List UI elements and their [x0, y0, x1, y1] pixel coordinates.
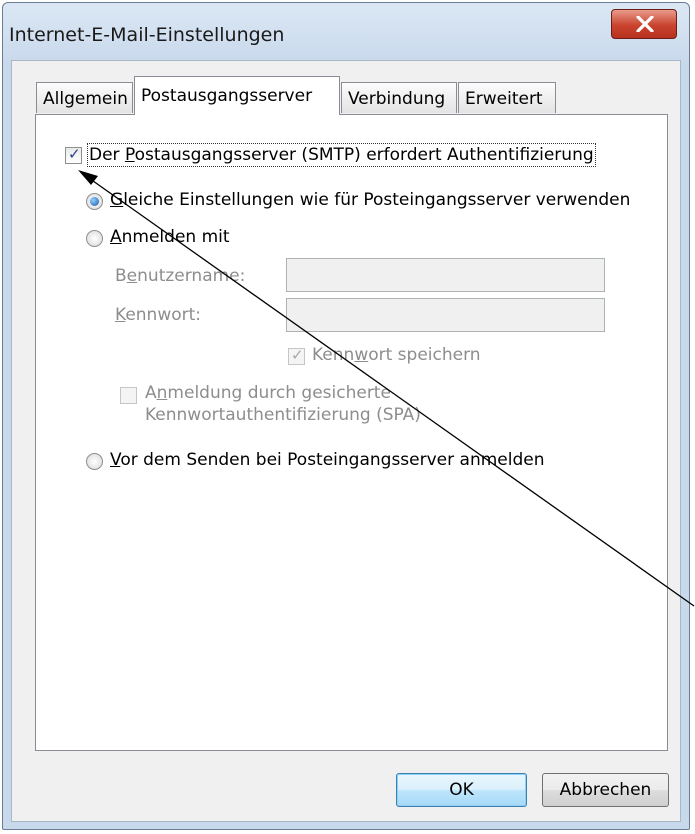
save-password-label[interactable]: Kennwort speichern: [312, 345, 481, 365]
password-input[interactable]: [286, 298, 605, 332]
password-label: Kennwort:: [115, 305, 202, 325]
before-send-radio[interactable]: [86, 453, 103, 470]
tab-erweitert[interactable]: Erweitert: [458, 82, 556, 113]
tab-postausgangsserver[interactable]: Postausgangsserver: [134, 76, 340, 115]
login-with-radio[interactable]: [86, 230, 103, 247]
spa-label-line1[interactable]: Anmeldung durch gesicherte: [145, 383, 391, 403]
save-password-checkbox[interactable]: [288, 346, 305, 365]
smtp-auth-checkbox[interactable]: [65, 145, 82, 164]
username-input[interactable]: [286, 258, 605, 292]
close-icon: [636, 16, 654, 32]
same-settings-radio[interactable]: [86, 193, 103, 210]
smtp-auth-label[interactable]: Der Postausgangsserver (SMTP) erfordert …: [87, 143, 596, 167]
tab-allgemein[interactable]: Allgemein: [36, 82, 133, 113]
username-label: Benutzername:: [115, 266, 246, 286]
cancel-button[interactable]: Abbrechen: [542, 773, 669, 807]
spa-label-line2[interactable]: Kennwortauthentifizierung (SPA): [145, 405, 421, 425]
tab-verbindung[interactable]: Verbindung: [341, 82, 457, 113]
ok-button[interactable]: OK: [396, 773, 527, 807]
window-title: Internet-E-Mail-Einstellungen: [9, 24, 285, 46]
same-settings-label[interactable]: Gleiche Einstellungen wie für Posteingan…: [110, 190, 630, 210]
spa-checkbox[interactable]: [120, 387, 137, 404]
close-button[interactable]: [611, 9, 677, 39]
login-with-label[interactable]: Anmelden mit: [110, 227, 230, 247]
before-send-label[interactable]: Vor dem Senden bei Posteingangsserver an…: [110, 450, 544, 470]
tab-panel: Der Postausgangsserver (SMTP) erfordert …: [35, 114, 668, 751]
